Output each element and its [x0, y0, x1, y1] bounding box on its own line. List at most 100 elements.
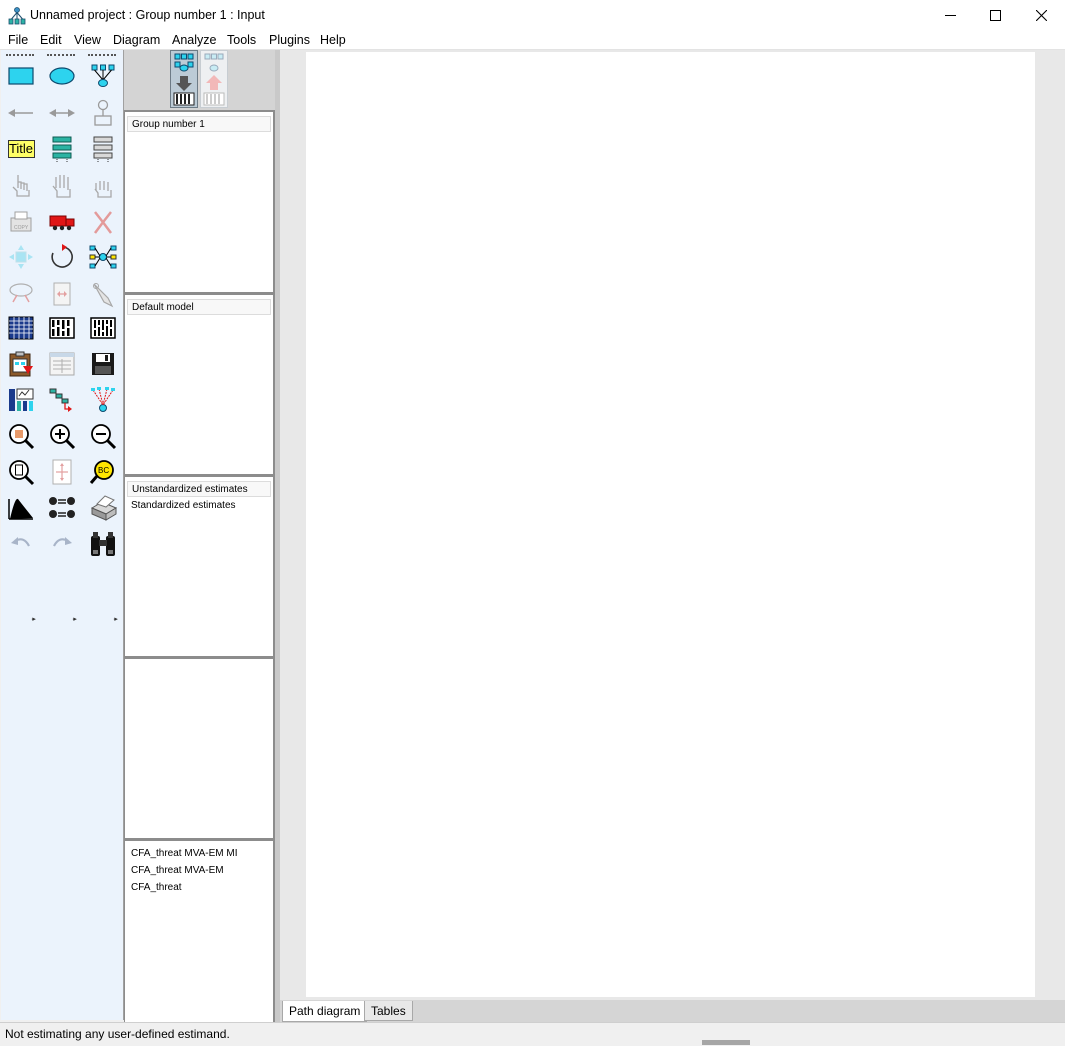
degrees-of-freedom-tool[interactable]: [6, 493, 36, 523]
models-panel: Default model: [125, 295, 273, 474]
select-one-object-tool[interactable]: [6, 171, 36, 201]
draw-observed-variable-tool[interactable]: [6, 61, 36, 91]
rotate-indicators-tool[interactable]: [47, 242, 77, 272]
select-data-files-tool[interactable]: [6, 313, 36, 343]
svg-text:BC: BC: [98, 466, 109, 475]
view-text-output-tool[interactable]: [47, 349, 77, 379]
parameter-format-item-unstandardized[interactable]: Unstandardized estimates: [127, 481, 271, 497]
parameter-format-item-standardized[interactable]: Standardized estimates: [125, 497, 273, 514]
groups-list-item[interactable]: Group number 1: [127, 116, 271, 132]
view-entire-page-tool[interactable]: [6, 457, 36, 487]
draw-latent-indicator-tool[interactable]: [88, 61, 118, 91]
preserve-symmetries-tool[interactable]: [88, 385, 118, 415]
figure-caption-tool[interactable]: Title: [6, 134, 36, 164]
drag-properties-icon: [49, 388, 72, 412]
more-tools-indicator[interactable]: ·▸: [72, 615, 77, 623]
tab-tables[interactable]: Tables: [364, 1001, 413, 1021]
object-properties-icon: [9, 388, 34, 411]
zoom-out-tool[interactable]: [88, 421, 118, 451]
toolbox: Title COPY BC ·▸ ·▸ ·▸: [1, 50, 123, 1020]
resize-diagram-to-fit-tool[interactable]: [47, 457, 77, 487]
double-arrow-icon: [49, 109, 75, 117]
minimize-button[interactable]: [927, 0, 973, 31]
menu-plugins[interactable]: Plugins: [269, 33, 310, 47]
undo-tool[interactable]: [6, 529, 36, 559]
variables-in-model-icon: [52, 136, 72, 162]
title-bar: Unnamed project : Group number 1 : Input: [0, 0, 1065, 31]
file-list-item[interactable]: CFA_threat: [125, 879, 273, 896]
menu-view[interactable]: View: [74, 33, 101, 47]
print-tool[interactable]: [88, 493, 118, 523]
scroll-icon: [53, 282, 71, 306]
status-message: Not estimating any user-defined estimand…: [5, 1027, 230, 1041]
zoom-out-icon: [91, 424, 117, 450]
list-variables-in-dataset-tool[interactable]: [88, 134, 118, 164]
magnify-tool[interactable]: BC: [88, 457, 118, 487]
zoom-in-icon: [50, 424, 76, 450]
zoom-area-icon: [9, 424, 35, 450]
close-button[interactable]: [1018, 0, 1064, 31]
copy-machine-icon: COPY: [10, 211, 32, 232]
resize-grip[interactable]: [702, 1040, 750, 1045]
draw-path-tool[interactable]: [6, 98, 36, 128]
multiple-group-icon: [49, 497, 75, 518]
select-all-objects-tool[interactable]: [47, 171, 77, 201]
specification-search-tool[interactable]: [88, 529, 118, 559]
abacus-icon: [90, 317, 116, 339]
object-properties-tool[interactable]: [6, 385, 36, 415]
menu-file[interactable]: File: [8, 33, 28, 47]
calculate-estimates-tool[interactable]: [88, 313, 118, 343]
parameter-formats-panel: Unstandardized estimates Standardized es…: [125, 477, 273, 656]
move-objects-tool[interactable]: [47, 207, 77, 237]
redo-tool[interactable]: [47, 529, 77, 559]
copy-diagram-to-clipboard-tool[interactable]: [6, 349, 36, 379]
printer-icon: [90, 495, 118, 521]
view-input-button[interactable]: [170, 50, 198, 108]
touch-up-icon: [93, 283, 114, 308]
duplicate-objects-tool[interactable]: COPY: [6, 207, 36, 237]
drag-properties-tool[interactable]: [47, 385, 77, 415]
data-file-grid-icon: [8, 316, 34, 340]
list-variables-in-model-tool[interactable]: [47, 134, 77, 164]
reflect-indicators-tool[interactable]: [88, 242, 118, 272]
touch-up-tool[interactable]: [88, 279, 118, 309]
save-diagram-tool[interactable]: [88, 349, 118, 379]
path-diagram-canvas[interactable]: [306, 52, 1035, 997]
file-list-item[interactable]: CFA_threat MVA-EM: [125, 862, 273, 879]
view-output-button[interactable]: [200, 50, 228, 108]
menu-help[interactable]: Help: [320, 33, 346, 47]
tab-path-diagram[interactable]: Path diagram: [282, 1001, 368, 1022]
models-list-item[interactable]: Default model: [127, 299, 271, 315]
undo-icon: [11, 537, 30, 547]
draw-covariance-tool[interactable]: [47, 98, 77, 128]
zoom-in-on-area-tool[interactable]: [6, 421, 36, 451]
move-parameter-values-tool[interactable]: [6, 279, 36, 309]
clipboard-icon: [9, 351, 33, 377]
hand-one-finger-icon: [12, 175, 30, 197]
scroll-diagram-tool[interactable]: [47, 279, 77, 309]
deselect-all-tool[interactable]: [88, 171, 118, 201]
menu-edit[interactable]: Edit: [40, 33, 62, 47]
fit-page-icon: [52, 459, 72, 485]
multiple-group-analysis-tool[interactable]: [47, 493, 77, 523]
erase-objects-tool[interactable]: [88, 207, 118, 237]
binoculars-icon: [91, 532, 115, 556]
draw-unobserved-variable-tool[interactable]: [47, 61, 77, 91]
analysis-properties-tool[interactable]: [47, 313, 77, 343]
toolbox-separator: [88, 54, 116, 56]
latent-indicator-icon: [91, 64, 115, 87]
more-tools-indicator[interactable]: ·▸: [31, 615, 36, 623]
file-list-item[interactable]: CFA_threat MVA-EM MI: [125, 845, 273, 862]
change-shape-tool[interactable]: [6, 242, 36, 272]
reflect-indicators-icon: [89, 245, 117, 269]
move-parameters-icon: [9, 283, 33, 303]
add-unique-variable-tool[interactable]: [88, 98, 118, 128]
zoom-in-tool[interactable]: [47, 421, 77, 451]
menu-analyze[interactable]: Analyze: [172, 33, 216, 47]
more-tools-indicator[interactable]: ·▸: [113, 615, 118, 623]
view-output-icon: [203, 53, 225, 106]
diagram-area: [280, 50, 1065, 1000]
maximize-button[interactable]: [972, 0, 1018, 31]
menu-tools[interactable]: Tools: [227, 33, 256, 47]
menu-diagram[interactable]: Diagram: [113, 33, 160, 47]
